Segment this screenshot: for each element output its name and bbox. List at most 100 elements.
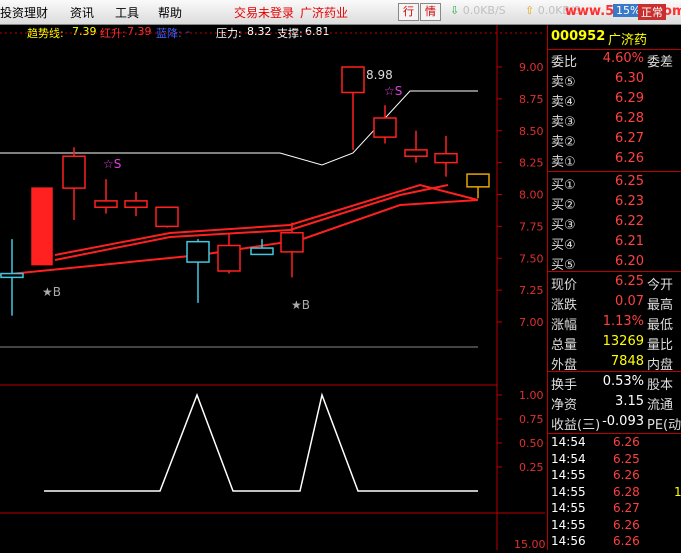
- menu-tools[interactable]: 工具: [115, 4, 139, 21]
- upload-arrow-icon: ⇧: [525, 4, 535, 17]
- price-tick-label: 7.75: [519, 220, 544, 233]
- menu-bar: 投资理财 资讯 工具 帮助 交易未登录 广济药业 行 情 ⇩ 0.0KB/S ⇧…: [0, 0, 681, 25]
- sell-signal-label: ☆S: [103, 157, 121, 171]
- quote-label: 委比: [551, 55, 578, 70]
- quote-value: 6.25: [615, 174, 644, 189]
- menu-invest[interactable]: 投资理财: [0, 4, 48, 21]
- trade-status: 交易未登录: [234, 6, 295, 20]
- price-tick-label: 7.00: [519, 316, 544, 329]
- tick-price: 6.27: [613, 501, 640, 515]
- menu-help[interactable]: 帮助: [158, 4, 182, 21]
- download-speed: ⇩ 0.0KB/S: [450, 4, 506, 17]
- candle-body: [0, 272, 24, 279]
- quote-tail: 委差: [647, 55, 674, 70]
- candle-body: [341, 66, 365, 94]
- quote-value: 6.28: [615, 111, 644, 126]
- price-tick-label: 7.25: [519, 284, 544, 297]
- quote-value: 6.25: [615, 274, 644, 289]
- high-price-annotation: 8.98: [366, 68, 393, 82]
- quote-divider: [548, 371, 681, 372]
- quote-label: 现价: [551, 278, 578, 293]
- quote-tail: 流通: [647, 398, 674, 413]
- quote-tail: 量比: [647, 338, 674, 353]
- quote-row: 卖⑤ 6.30: [548, 71, 681, 90]
- quote-value: 0.53%: [602, 374, 644, 389]
- price-tick-label: 8.75: [519, 93, 544, 106]
- tick-time: 14:55: [551, 501, 586, 515]
- quote-divider: [548, 433, 681, 434]
- indicator-tick-label: 0.25: [519, 461, 544, 474]
- quote-row: 买④ 6.21: [548, 234, 681, 253]
- tick-price: 6.25: [613, 451, 640, 466]
- quote-row: 现价 6.25 今开: [548, 274, 681, 293]
- candle-body: [250, 247, 274, 256]
- candle-body: [62, 155, 86, 189]
- quote-label: 卖④: [551, 95, 576, 110]
- quote-label: 涨幅: [551, 318, 578, 333]
- quote-tail: 最高: [647, 298, 674, 313]
- quote-value: 6.29: [615, 91, 644, 106]
- quote-value: 6.26: [615, 151, 644, 166]
- buy-signal-label: ★B: [291, 298, 310, 312]
- indicator-line: [44, 392, 478, 492]
- download-arrow-icon: ⇩: [450, 4, 460, 17]
- quote-row: 涨跌 0.07 最高: [548, 294, 681, 313]
- price-tick-label: 8.50: [519, 125, 544, 138]
- info-button[interactable]: 情: [420, 3, 441, 21]
- quote-tail: 最低: [647, 318, 674, 333]
- candlestick-chart[interactable]: 9.00 8.75 8.50 8.25 8.00 7.75 7.50 7.25 7.00 1.00…: [0, 25, 545, 550]
- candle-body: [217, 244, 241, 272]
- download-speed-value: 0.0KB/S: [462, 4, 506, 17]
- quote-label: 收益(三): [551, 418, 601, 433]
- quote-divider: [548, 171, 681, 172]
- quote-value: 7848: [610, 354, 644, 369]
- quote-label: 买②: [551, 198, 576, 213]
- tick-time: 14:55: [551, 517, 586, 532]
- quote-row: 涨幅 1.13% 最低: [548, 314, 681, 333]
- quote-row: 换手 0.53% 股本: [548, 374, 681, 393]
- quote-label: 卖⑤: [551, 75, 576, 90]
- mode-badge[interactable]: 正常: [638, 4, 666, 20]
- quote-row: 收益(三) -0.093 PE(动: [548, 414, 681, 433]
- quote-tail: 今开: [647, 278, 674, 293]
- quote-tail: 股本: [647, 378, 674, 393]
- quote-value: 1.13%: [602, 314, 644, 329]
- quote-value: 6.22: [615, 214, 644, 229]
- quote-value: 6.27: [615, 131, 644, 146]
- candle-body: [124, 200, 148, 208]
- sell-signal-label: ☆S: [384, 84, 402, 98]
- quote-divider: [548, 271, 681, 272]
- quote-value: 6.30: [615, 71, 644, 86]
- menu-news[interactable]: 资讯: [70, 4, 94, 21]
- candle-body: [94, 200, 118, 208]
- indicator-tick-label: 0.50: [519, 437, 544, 450]
- quote-label: 涨跌: [551, 298, 578, 313]
- candle-body: [155, 206, 179, 228]
- candle-body: [373, 117, 397, 138]
- candle-body: [466, 173, 490, 188]
- buy-signal-label: ★B: [42, 285, 61, 299]
- quote-label: 换手: [551, 378, 578, 393]
- quote-row: 卖② 6.27: [548, 131, 681, 150]
- candle-body: [280, 232, 304, 253]
- candle-body: [186, 240, 210, 263]
- tick-time: 14:56: [551, 534, 586, 548]
- quote-row: 买③ 6.22: [548, 214, 681, 233]
- tick-time: 14:55: [551, 468, 586, 482]
- quote-value: 6.21: [615, 234, 644, 249]
- quote-row: 委比 4.60% 委差: [548, 51, 681, 70]
- stock-name-title: 广济药业: [300, 6, 349, 20]
- quote-label: 买④: [551, 238, 576, 253]
- tick-time: 14:54: [551, 451, 586, 466]
- quote-label: 卖③: [551, 115, 576, 130]
- stock-name: 广济药: [608, 33, 648, 48]
- quote-panel: 000952 广济药 委比 4.60% 委差 卖⑤ 6.30 卖④ 6.29 卖③ 6.28 卖②…: [547, 25, 681, 550]
- quote-tail: PE(动: [647, 418, 681, 433]
- quote-value: 6.20: [615, 254, 644, 269]
- quote-button[interactable]: 行: [398, 3, 419, 21]
- quote-label: 买③: [551, 218, 576, 233]
- quote-row: 买① 6.25: [548, 174, 681, 193]
- quote-value: 3.15: [615, 394, 644, 409]
- tick-price: 6.26: [613, 517, 640, 532]
- quote-label: 卖①: [551, 155, 576, 170]
